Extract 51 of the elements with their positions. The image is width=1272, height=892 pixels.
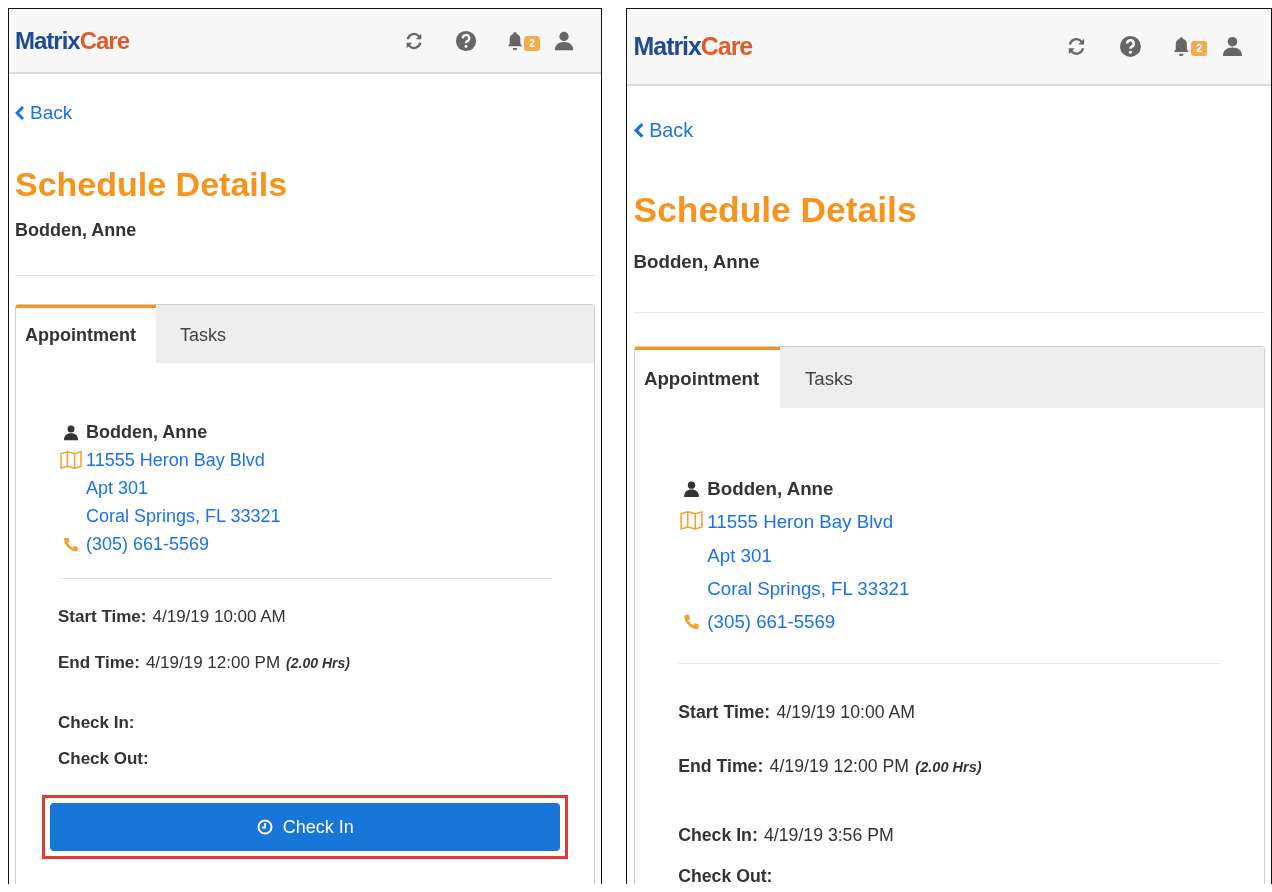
address-link[interactable]: 11555 Heron Bay Blvd [86, 446, 265, 474]
help-icon[interactable] [455, 29, 478, 52]
map-icon [58, 450, 84, 470]
field-value: 4/19/19 12:00 PM [769, 755, 910, 777]
phone-link[interactable]: (305) 661-5569 [86, 530, 210, 558]
field-label: End Time: [678, 755, 764, 777]
address-link[interactable]: Coral Springs, FL 33321 [707, 571, 910, 606]
duration-note: (2.00 Hrs) [286, 655, 350, 671]
user-icon[interactable] [553, 29, 576, 52]
check-in-button[interactable]: Check In [50, 803, 561, 851]
tab[interactable]: Appointment [634, 347, 781, 408]
field-label: Start Time: [58, 607, 147, 627]
user-icon[interactable] [1221, 35, 1244, 58]
back-link[interactable]: Back [15, 102, 73, 124]
clock-icon [256, 819, 273, 835]
back-link[interactable]: Back [633, 119, 694, 143]
field-label: Check In: [678, 824, 758, 846]
address-link[interactable]: Apt 301 [707, 538, 772, 572]
field-label: Check In: [58, 713, 135, 733]
field-label: Check Out: [58, 749, 149, 769]
duration-note: (2.00 Hrs) [915, 758, 982, 775]
tab[interactable]: Tasks [780, 347, 878, 408]
address-link[interactable]: Apt 301 [86, 474, 149, 502]
client-name: Bodden, Anne [633, 250, 761, 273]
chevron-left-icon [15, 105, 25, 121]
patient-name: Bodden, Anne [86, 421, 208, 444]
tab[interactable]: Tasks [156, 305, 250, 363]
map-icon [678, 509, 706, 531]
patient-name: Bodden, Anne [707, 477, 834, 502]
address-link[interactable]: Coral Springs, FL 33321 [86, 502, 281, 530]
phone-link[interactable]: (305) 661-5569 [707, 605, 836, 639]
chevron-left-icon [633, 122, 644, 139]
field-value: 4/19/19 10:00 AM [776, 701, 915, 723]
help-icon[interactable] [1119, 35, 1143, 58]
page-title: Schedule Details [633, 189, 918, 230]
field-label: Start Time: [678, 701, 771, 723]
field-value: 4/19/19 12:00 PM [145, 653, 281, 673]
notification-badge: 2 [524, 35, 540, 51]
field-value: 4/19/19 10:00 AM [152, 607, 286, 627]
field-value: 4/19/19 3:56 PM [764, 824, 894, 846]
address-link[interactable]: 11555 Heron Bay Blvd [707, 505, 894, 539]
bell-icon[interactable] [1173, 35, 1190, 58]
logo[interactable]: MatrixCare [633, 31, 753, 61]
notification-badge: 2 [1190, 41, 1208, 57]
field-label: Check Out: [678, 866, 773, 884]
page-title: Schedule Details [15, 165, 289, 204]
client-name: Bodden, Anne [15, 220, 138, 241]
logo[interactable]: MatrixCare [15, 26, 130, 55]
field-label: End Time: [58, 653, 140, 673]
tab[interactable]: Appointment [16, 305, 156, 363]
bell-icon[interactable] [507, 29, 524, 52]
